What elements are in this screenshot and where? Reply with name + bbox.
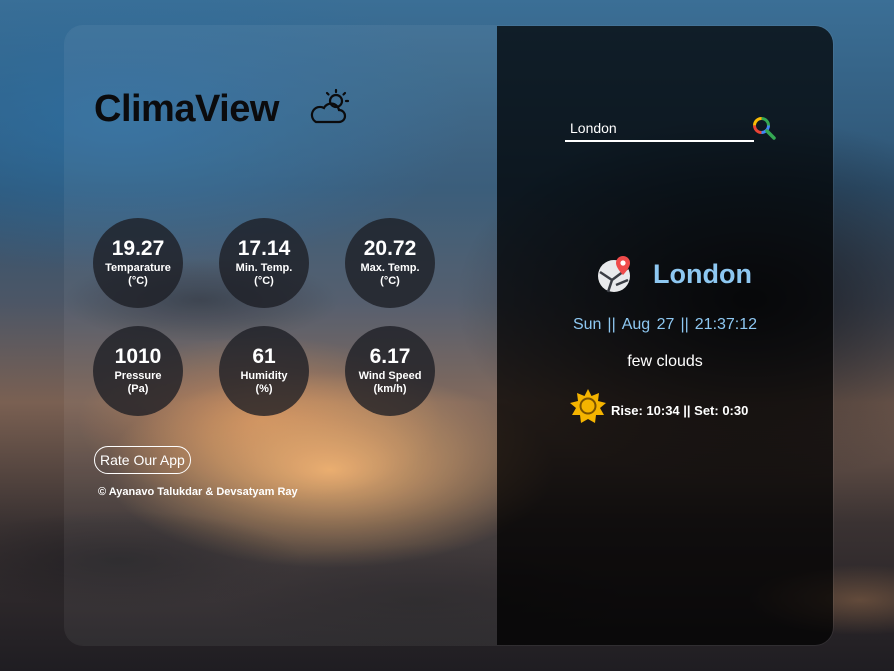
search-icon[interactable] <box>751 115 777 141</box>
stat-label: Temparature <box>105 262 171 274</box>
weather-card: ClimaView 19.27 Temparature (°C) 17.14 M… <box>65 26 833 645</box>
stat-label: Max. Temp. <box>360 262 420 274</box>
sunrise-sunset-text: Rise: 10:34 || Set: 0:30 <box>611 403 749 418</box>
weather-condition: few clouds <box>627 353 703 370</box>
city-header: London <box>597 254 752 294</box>
search-bar <box>565 116 780 144</box>
stat-label: Wind Speed <box>358 370 422 382</box>
date-text: Aug 27 <box>621 316 675 333</box>
stat-value: 6.17 <box>369 345 411 368</box>
rate-our-app-button[interactable]: Rate Our App <box>94 446 191 474</box>
separator: || <box>680 316 689 333</box>
stat-unit: (%) <box>255 383 273 395</box>
stat-label: Pressure <box>114 370 162 382</box>
stat-value: 20.72 <box>363 237 417 260</box>
stats-grid: 19.27 Temparature (°C) 17.14 Min. Temp. … <box>93 218 435 416</box>
brand: ClimaView <box>94 88 353 131</box>
stat-label: Humidity <box>240 370 288 382</box>
search-input[interactable] <box>565 116 754 142</box>
date-time: Sun || Aug 27 || 21:37:12 <box>497 316 833 334</box>
stat-value: 19.27 <box>111 237 165 260</box>
stat-temperature: 19.27 Temparature (°C) <box>93 218 183 308</box>
stat-unit: (Pa) <box>127 383 149 395</box>
stat-label: Min. Temp. <box>235 262 293 274</box>
time-text: 21:37:12 <box>694 316 758 333</box>
stat-unit: (°C) <box>254 275 274 287</box>
stat-humidity: 61 Humidity (%) <box>219 326 309 416</box>
day-text: Sun <box>572 316 602 333</box>
stat-pressure: 1010 Pressure (Pa) <box>93 326 183 416</box>
stat-unit: (km/h) <box>373 383 407 395</box>
stat-value: 61 <box>252 345 276 368</box>
city-name: London <box>653 258 752 289</box>
stat-value: 17.14 <box>237 237 291 260</box>
map-pin-icon <box>598 256 630 293</box>
sun-icon <box>570 389 606 423</box>
left-panel: ClimaView 19.27 Temparature (°C) 17.14 M… <box>65 26 497 645</box>
stat-max-temp: 20.72 Max. Temp. (°C) <box>345 218 435 308</box>
sun-times: Rise: 10:34 || Set: 0:30 <box>569 388 748 426</box>
app-title: ClimaView <box>94 88 279 130</box>
right-panel: London Sun||Aug 27||21:37:12 few clouds … <box>497 26 833 645</box>
stat-min-temp: 17.14 Min. Temp. (°C) <box>219 218 309 308</box>
stat-unit: (°C) <box>380 275 400 287</box>
copyright-text: © Ayanavo Talukdar & Devsatyam Ray <box>98 486 298 498</box>
separator: || <box>607 316 616 333</box>
stat-unit: (°C) <box>128 275 148 287</box>
stat-wind-speed: 6.17 Wind Speed (km/h) <box>345 326 435 416</box>
partly-cloudy-icon <box>310 88 349 123</box>
stat-value: 1010 <box>114 345 162 368</box>
